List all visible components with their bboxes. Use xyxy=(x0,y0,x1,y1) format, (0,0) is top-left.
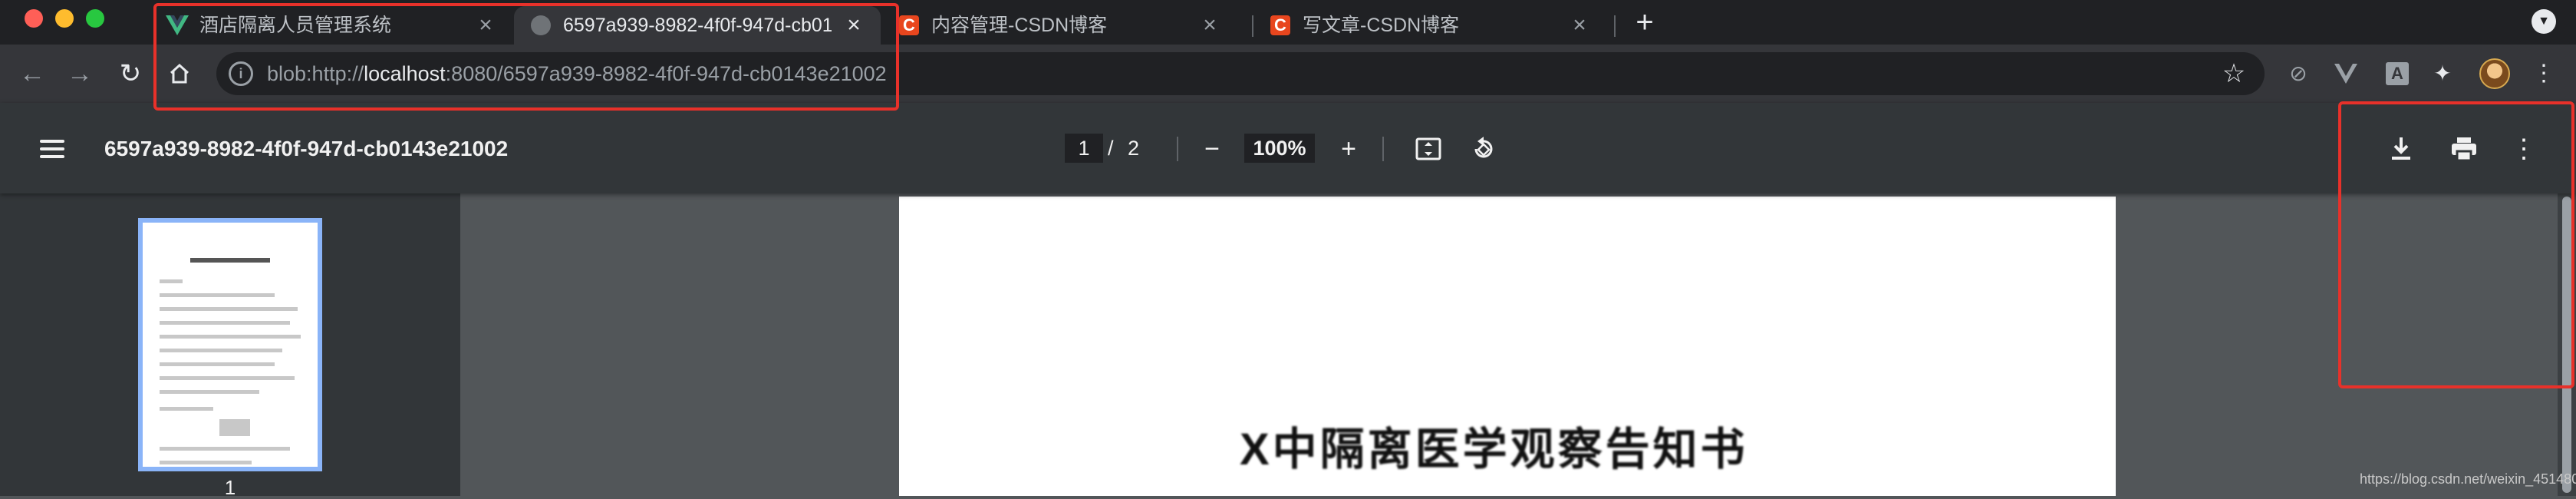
page-separator: / xyxy=(1108,137,1114,160)
zoom-level-input[interactable]: 100% xyxy=(1244,134,1315,163)
tab-close-icon[interactable]: × xyxy=(474,14,497,37)
thumbnail-sidebar: 1 xyxy=(0,193,460,499)
fit-to-page-icon[interactable] xyxy=(1412,132,1445,166)
window-close-button[interactable] xyxy=(25,9,43,28)
toolbar-divider xyxy=(1382,137,1384,161)
page-number-input[interactable]: 1 xyxy=(1065,134,1103,163)
zoom-out-minus-icon[interactable]: − xyxy=(1195,132,1229,166)
tab-close-icon[interactable]: × xyxy=(1568,14,1591,37)
sidebar-toggle-menu-icon[interactable] xyxy=(37,134,68,164)
tab-csdn-content[interactable]: C 内容管理-CSDN博客 × xyxy=(882,6,1250,45)
home-icon[interactable] xyxy=(164,58,195,89)
browser-toolbar: ← → ↻ i blob:http://localhost:8080/6597a… xyxy=(0,45,2576,103)
tab-title: 酒店隔离人员管理系统 xyxy=(199,15,392,36)
address-bar[interactable]: i blob:http://localhost:8080/6597a939-89… xyxy=(216,52,2265,95)
browser-menu-kebab-icon[interactable]: ⋮ xyxy=(2528,58,2559,89)
info-icon[interactable]: i xyxy=(229,61,253,86)
tab-strip: 酒店隔离人员管理系统 × 6597a939-8982-4f0f-947d-cb0… xyxy=(0,0,2576,45)
tab-hotel-system[interactable]: 酒店隔离人员管理系统 × xyxy=(150,6,511,45)
forward-arrow-icon[interactable]: → xyxy=(64,58,95,89)
csdn-icon: C xyxy=(1269,14,1292,37)
watermark-text: https://blog.csdn.net/weixin_45148052 xyxy=(2360,471,2576,487)
tab-divider xyxy=(1614,15,1616,37)
page-total: 2 xyxy=(1128,137,1140,160)
globe-icon xyxy=(529,14,552,37)
tab-search-chevron-down-icon[interactable]: ▼ xyxy=(2532,9,2556,34)
window-minimize-button[interactable] xyxy=(55,9,74,28)
document-heading: X中隔离医学观察告知书 xyxy=(1240,425,1748,474)
reload-icon[interactable]: ↻ xyxy=(115,58,146,89)
vue-icon xyxy=(166,14,189,37)
pdf-toolbar: 6597a939-8982-4f0f-947d-cb0143e21002 1 /… xyxy=(0,103,2576,193)
csdn-icon: C xyxy=(898,14,921,37)
tab-csdn-write[interactable]: C 写文章-CSDN博客 × xyxy=(1253,6,1619,45)
rotate-icon[interactable] xyxy=(1467,132,1500,166)
zoom-in-plus-icon[interactable]: + xyxy=(1332,132,1365,166)
tab-close-icon[interactable]: × xyxy=(842,14,865,37)
window-zoom-button[interactable] xyxy=(86,9,104,28)
vue-devtools-icon[interactable] xyxy=(2331,58,2361,89)
back-arrow-icon[interactable]: ← xyxy=(17,58,48,89)
avatar[interactable] xyxy=(2479,58,2510,89)
scrollbar-thumb[interactable] xyxy=(2562,197,2571,493)
translate-a-icon[interactable]: A xyxy=(2386,62,2409,85)
vertical-scrollbar[interactable] xyxy=(2558,193,2576,496)
tab-pdf-blob[interactable]: 6597a939-8982-4f0f-947d-cb0143e21002 × xyxy=(514,6,881,45)
sync-off-icon[interactable]: ⊘ xyxy=(2283,58,2314,89)
tab-title: 内容管理-CSDN博客 xyxy=(931,15,1108,36)
pdf-page: X中隔离医学观察告知书 xyxy=(899,197,2116,496)
download-icon[interactable] xyxy=(2384,132,2418,166)
bookmark-star-icon[interactable]: ☆ xyxy=(2217,57,2251,91)
tab-close-icon[interactable]: × xyxy=(1198,14,1221,37)
toolbar-divider xyxy=(1177,137,1178,161)
extensions-puzzle-icon[interactable]: ✦ xyxy=(2427,58,2458,89)
pdf-title: 6597a939-8982-4f0f-947d-cb0143e21002 xyxy=(104,137,509,160)
pdf-viewport[interactable]: X中隔离医学观察告知书 xyxy=(460,193,2576,496)
new-tab-plus-icon[interactable]: + xyxy=(1629,7,1660,38)
url-text[interactable]: blob:http://localhost:8080/6597a939-8982… xyxy=(267,60,887,88)
more-options-kebab-icon[interactable]: ⋮ xyxy=(2507,132,2541,166)
tab-title: 6597a939-8982-4f0f-947d-cb0143e21002 xyxy=(563,15,832,36)
print-icon[interactable] xyxy=(2447,132,2481,166)
tab-title: 写文章-CSDN博客 xyxy=(1303,15,1460,36)
page-thumbnail[interactable] xyxy=(138,218,322,471)
